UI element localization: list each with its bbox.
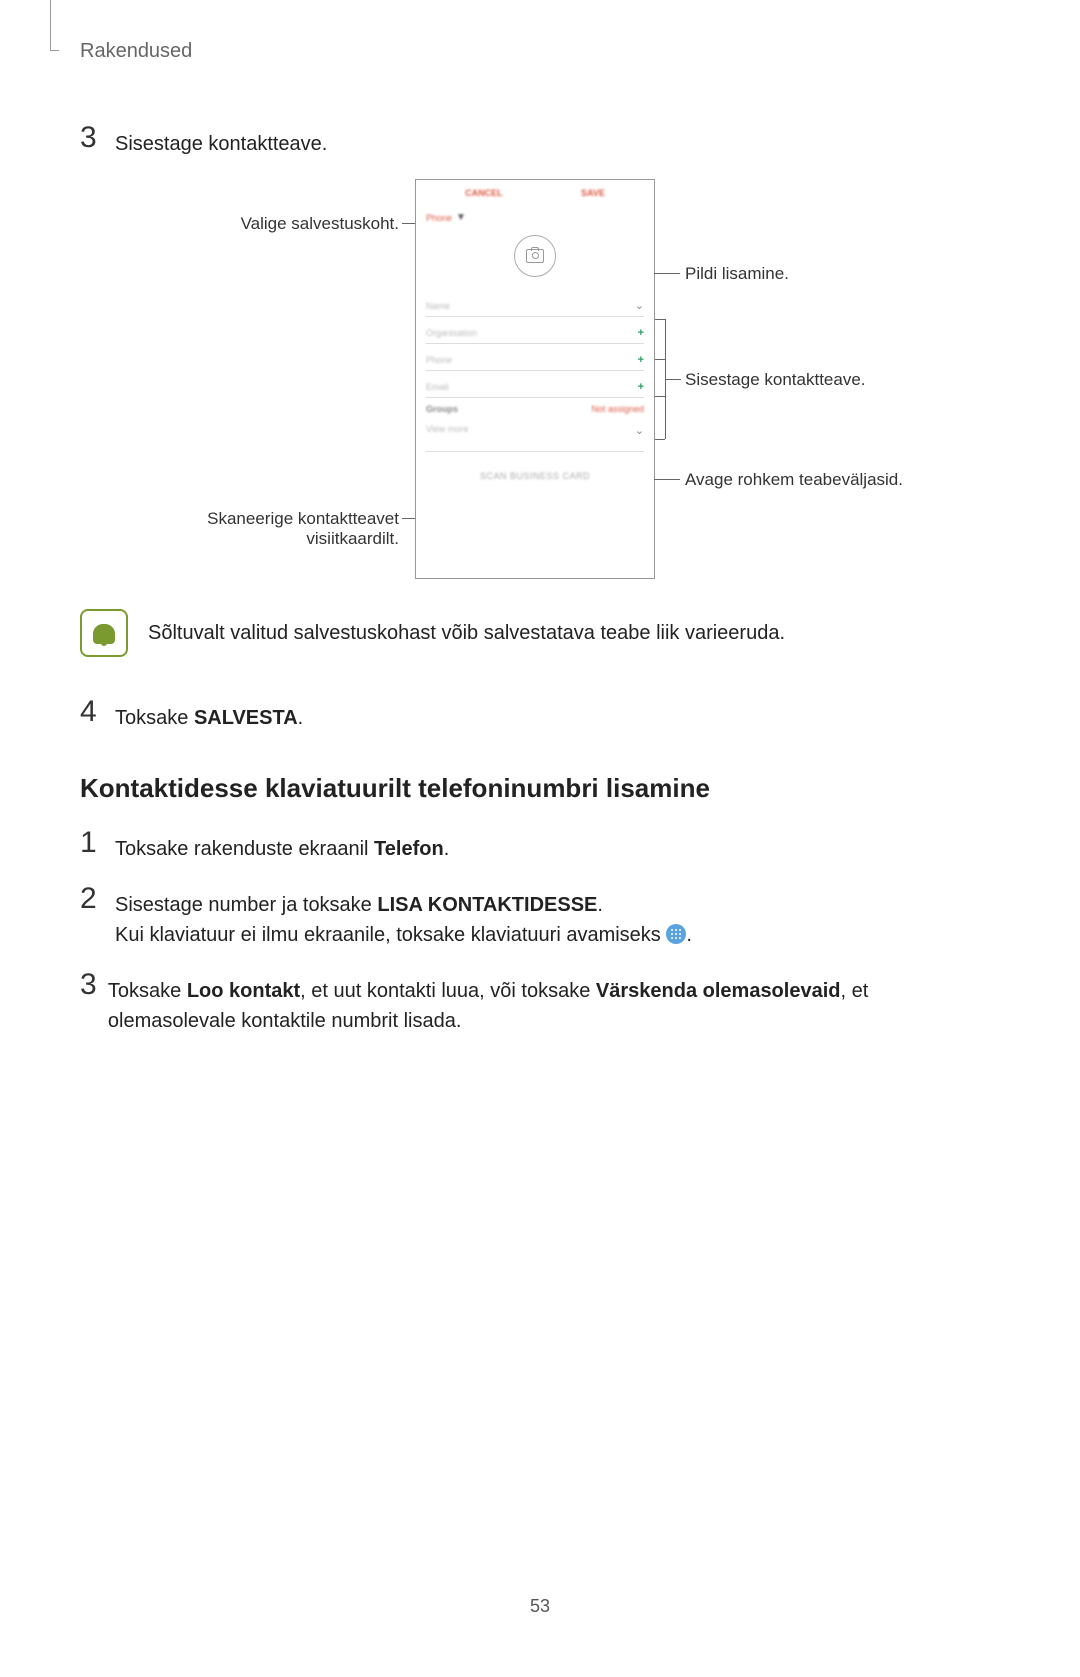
page-number: 53 [80, 1596, 1000, 1617]
label-view-more: Avage rohkem teabeväljasid. [685, 470, 903, 490]
label-add-image: Pildi lisamine. [685, 264, 789, 284]
chevron-down-icon: ⌄ [635, 299, 644, 312]
add-photo-circle [514, 235, 556, 277]
plus-icon: + [638, 327, 644, 339]
cancel-button: CANCEL [465, 188, 503, 198]
plus-icon: + [638, 381, 644, 393]
step-3: 3 Sisestage kontaktteave. [80, 123, 1000, 159]
page-tab-marker [50, 0, 59, 51]
save-button: SAVE [581, 188, 605, 198]
view-more-row: View more ⌄ [426, 424, 644, 437]
section-header: Rakendused [80, 40, 1000, 63]
connector-line [402, 518, 416, 519]
contact-diagram: Valige salvestuskoht. Skaneerige kontakt… [80, 179, 1000, 579]
phone-mockup: CANCEL SAVE Phone ▼ Name ⌄ Organisation … [415, 179, 655, 579]
dialpad-icon [666, 924, 686, 944]
step-text: Toksake SALVESTA. [115, 697, 303, 733]
camera-icon [526, 249, 544, 263]
bell-icon [80, 609, 128, 657]
note-text: Sõltuvalt valitud salvestuskohast võib s… [148, 622, 785, 645]
field-name: Name ⌄ [426, 293, 644, 317]
substep-3: 3 Toksake Loo kontakt, et uut kontakti l… [80, 970, 1000, 1036]
step-text: Toksake Loo kontakt, et uut kontakti luu… [108, 970, 1000, 1036]
chevron-down-icon: ⌄ [635, 424, 644, 437]
label-enter-info: Sisestage kontaktteave. [685, 370, 866, 390]
subheading: Kontaktidesse klaviatuurilt telefoninumb… [80, 773, 1000, 804]
substep-2: 2 Sisestage number ja toksake LISA KONTA… [80, 884, 1000, 950]
connector-line [654, 273, 680, 274]
step-number: 2 [80, 884, 115, 950]
step-number: 4 [80, 697, 115, 733]
connector-line [654, 479, 680, 480]
info-note: Sõltuvalt valitud salvestuskohast võib s… [80, 609, 1000, 657]
substep-1: 1 Toksake rakenduste ekraanil Telefon. [80, 828, 1000, 864]
step-number: 3 [80, 123, 115, 159]
step-4: 4 Toksake SALVESTA. [80, 697, 1000, 733]
field-email: Email + [426, 375, 644, 398]
chevron-down-icon: ▼ [456, 212, 466, 223]
step-text: Sisestage kontaktteave. [115, 123, 327, 159]
scan-card-area: SCAN BUSINESS CARD [426, 451, 644, 484]
connector-line [402, 223, 416, 224]
step-text: Toksake rakenduste ekraanil Telefon. [115, 828, 449, 864]
label-storage: Valige salvestuskoht. [241, 214, 399, 234]
plus-icon: + [638, 354, 644, 366]
storage-selector: Phone ▼ [426, 212, 644, 223]
step-number: 3 [80, 970, 108, 1036]
step-number: 1 [80, 828, 115, 864]
field-org: Organisation + [426, 321, 644, 344]
label-scan: Skaneerige kontaktteavet visiitkaardilt. [207, 509, 399, 549]
step-text: Sisestage number ja toksake LISA KONTAKT… [115, 884, 692, 950]
field-groups: Groups Not assigned [426, 404, 644, 414]
field-phone: Phone + [426, 348, 644, 371]
